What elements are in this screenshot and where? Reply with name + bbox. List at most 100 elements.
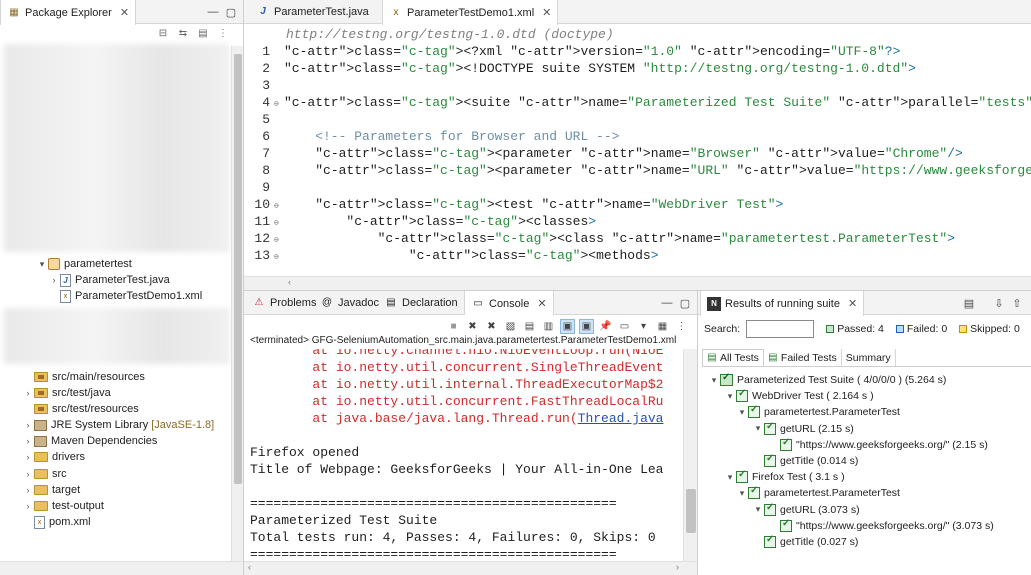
terminate-icon[interactable]: ■ [446, 319, 461, 334]
code-line[interactable]: 3 [244, 77, 284, 94]
scroll-right-icon[interactable]: › [676, 562, 679, 572]
chevron-down-icon[interactable]: ▾ [724, 391, 736, 402]
tab-package-explorer[interactable]: ▦ Package Explorer ✕ [0, 0, 137, 25]
code-line[interactable]: 4 ⊖ "c-attr">class="c-tag"><suite "c-attr"… [244, 94, 1031, 111]
console-scrollbar[interactable] [683, 349, 697, 561]
scroll-left-icon[interactable]: ‹ [248, 562, 251, 572]
code-line[interactable]: 9 [244, 179, 284, 196]
chevron-down-icon[interactable]: ▾ [36, 259, 48, 270]
close-icon[interactable]: ✕ [537, 297, 546, 310]
chevron-down-icon[interactable]: ▾ [636, 319, 651, 334]
remove-launch-icon[interactable]: ✖ [465, 319, 480, 334]
code-line[interactable]: 8 "c-attr">class="c-tag"><parameter "c-a… [244, 162, 1031, 179]
rerun-icon[interactable]: ▤ [962, 296, 976, 310]
chevron-down-icon[interactable]: ▾ [752, 504, 764, 515]
maximize-icon[interactable]: ▢ [678, 296, 692, 310]
search-input[interactable] [746, 320, 815, 338]
chevron-right-icon[interactable]: › [22, 469, 34, 479]
tree-item[interactable]: x ParameterTestDemo1.xml [48, 288, 202, 304]
tab-parametertest-java[interactable]: J ParameterTest.java [250, 0, 375, 24]
tree-item[interactable]: › drivers [22, 449, 86, 465]
minimize-icon[interactable]: — [206, 5, 220, 19]
tree-item[interactable]: › src [22, 466, 67, 482]
chevron-right-icon[interactable]: › [22, 452, 34, 462]
tree-item[interactable]: › J ParameterTest.java [48, 272, 170, 288]
collapse-all-icon[interactable]: ⊟ [156, 27, 170, 41]
tree-item[interactable]: › target [22, 482, 81, 498]
tree-item[interactable]: src/main/resources [22, 369, 145, 385]
chevron-right-icon[interactable]: › [22, 420, 34, 430]
tree-item[interactable]: › JRE System Library [JavaSE-1.8] [22, 417, 215, 433]
package-explorer-scrollbar[interactable] [231, 46, 243, 561]
tab-parametertestdemo1-xml[interactable]: x ParameterTestDemo1.xml ✕ [382, 0, 559, 25]
chevron-down-icon[interactable]: ▾ [724, 472, 736, 483]
editor-hscrollbar[interactable]: ‹ [244, 276, 1031, 290]
tab-declaration[interactable]: ▤ Declaration [378, 291, 464, 315]
fold-icon[interactable]: ⊖ [274, 249, 284, 266]
tree-item[interactable]: ▾ parametertest [36, 256, 132, 272]
result-tree-item[interactable]: ▾ Firefox Test ( 3.1 s ) [724, 469, 845, 485]
result-tree-item[interactable]: ▾ Parameterized Test Suite ( 4/0/0/0 ) (5… [708, 372, 946, 388]
pin-console-icon[interactable]: 📌 [598, 319, 613, 334]
next-failure-icon[interactable]: ⇩ [992, 296, 1006, 310]
chevron-right-icon[interactable]: › [22, 485, 34, 495]
scroll-lock-icon[interactable]: ▤ [522, 319, 537, 334]
code-line[interactable]: 11 ⊖ "c-attr">class="c-tag"><classes> [244, 213, 596, 230]
result-tree-item[interactable]: getTitle (0.014 s) [752, 453, 858, 469]
open-console-icon[interactable]: ▦ [655, 319, 670, 334]
code-line[interactable]: 5 [244, 111, 284, 128]
result-tree-item[interactable]: ▾ getURL (3.073 s) [752, 502, 860, 518]
show-on-stderr-icon[interactable]: ▣ [579, 318, 594, 334]
tree-item[interactable]: src/test/resources [22, 401, 139, 417]
remove-all-launches-icon[interactable]: ✖ [484, 319, 499, 334]
console-hscrollbar[interactable]: ‹ › [244, 561, 697, 575]
code-line[interactable]: 1 "c-attr">class="c-tag"><?xml "c-attr">v… [244, 43, 900, 60]
code-line[interactable]: 7 "c-attr">class="c-tag"><parameter "c-a… [244, 145, 963, 162]
code-line[interactable]: 13 ⊖ "c-attr">class="c-tag"><methods> [244, 247, 658, 266]
chevron-down-icon[interactable]: ▾ [736, 407, 748, 418]
result-tree-item[interactable]: "https://www.geeksforgeeks.org/" (3.073 … [768, 518, 994, 534]
maximize-icon[interactable]: ▢ [224, 5, 238, 19]
close-icon[interactable]: ✕ [120, 6, 129, 19]
stack-trace-link[interactable]: Thread.java [578, 411, 664, 426]
show-on-stdout-icon[interactable]: ▣ [560, 318, 575, 334]
result-tree-item[interactable]: ▾ parametertest.ParameterTest [736, 485, 900, 501]
tree-item[interactable]: › src/test/java [22, 385, 111, 401]
result-tree-item[interactable]: ▾ getURL (2.15 s) [752, 421, 854, 437]
close-icon[interactable]: ✕ [848, 297, 857, 310]
tab-results-of-running-suite[interactable]: N Results of running suite ✕ [700, 291, 865, 316]
tree-item[interactable]: x pom.xml [22, 514, 91, 530]
scrollbar-thumb[interactable] [234, 54, 242, 484]
code-line[interactable]: 6 <!-- Parameters for Browser and URL --… [244, 128, 619, 145]
code-line[interactable]: 2 "c-attr">class="c-tag"><!DOCTYPE suite … [244, 60, 916, 77]
minimize-icon[interactable]: — [660, 296, 674, 310]
scroll-left-icon[interactable]: ‹ [288, 277, 291, 287]
tab-problems[interactable]: ⚠ Problems [246, 291, 322, 315]
package-explorer-hscrollbar[interactable] [0, 561, 243, 575]
tab-javadoc[interactable]: @ Javadoc [314, 291, 385, 315]
chevron-down-icon[interactable]: ▾ [736, 488, 748, 499]
xml-code-area[interactable]: http://testng.org/testng-1.0.dtd (doctyp… [244, 26, 1031, 276]
chevron-right-icon[interactable]: › [48, 275, 60, 285]
console-output[interactable]: at io.netty.channel.nio.NioEventLoop.run… [250, 349, 681, 561]
chevron-right-icon[interactable]: › [22, 501, 34, 511]
clear-console-icon[interactable]: ▧ [503, 319, 518, 334]
tree-item[interactable]: › test-output [22, 498, 104, 514]
subtab-failed-tests[interactable]: ▤ Failed Tests [764, 349, 842, 366]
previous-failure-icon[interactable]: ⇧ [1010, 296, 1024, 310]
result-tree-item[interactable]: getTitle (0.027 s) [752, 534, 858, 550]
scrollbar-thumb[interactable] [686, 489, 696, 533]
chevron-down-icon[interactable]: ▾ [708, 375, 720, 386]
chevron-right-icon[interactable]: › [22, 388, 34, 398]
result-tree-item[interactable]: ▾ parametertest.ParameterTest [736, 404, 900, 420]
filter-icon[interactable]: ▤ [196, 27, 210, 41]
close-icon[interactable]: ✕ [542, 6, 551, 19]
result-tree-item[interactable]: ▾ WebDriver Test ( 2.164 s ) [724, 388, 874, 404]
result-tree-item[interactable]: "https://www.geeksforgeeks.org/" (2.15 s… [768, 437, 988, 453]
link-with-editor-icon[interactable]: ⇆ [176, 27, 190, 41]
tree-item[interactable]: › Maven Dependencies [22, 433, 158, 449]
code-line[interactable]: 10 ⊖ "c-attr">class="c-tag"><test "c-attr… [244, 196, 783, 213]
subtab-all-tests[interactable]: ▤ All Tests [702, 349, 764, 366]
view-menu-icon[interactable]: ⋮ [674, 319, 689, 334]
display-console-icon[interactable]: ▭ [617, 319, 632, 334]
